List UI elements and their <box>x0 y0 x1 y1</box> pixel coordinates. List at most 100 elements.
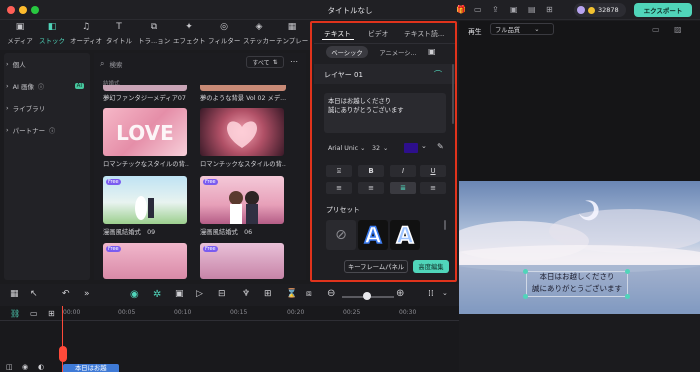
eyedropper-icon[interactable]: ✎ <box>437 142 444 151</box>
svg-text:A: A <box>364 224 381 249</box>
media-thumbnail[interactable]: Free <box>103 176 187 224</box>
thumbnail-partial[interactable] <box>200 85 286 91</box>
italic-button[interactable]: I <box>390 165 416 177</box>
save-icon[interactable]: ▣ <box>510 5 518 14</box>
keyframe-panel-button[interactable]: キーフレームパネル <box>344 260 408 273</box>
lock-icon[interactable]: ◫ <box>6 363 13 371</box>
text-content-field[interactable]: 本日はお越しくださり 誠にありがとうございます <box>324 93 446 133</box>
track-icon[interactable]: ▭ <box>30 309 38 318</box>
align-center-vertical-button[interactable]: ≣ <box>390 182 416 194</box>
text-style-button[interactable]: ⌻ <box>326 165 352 177</box>
text-clip[interactable]: 本日はお越 <box>63 364 119 372</box>
tab-label: テンプレー <box>276 37 308 45</box>
media-thumbnail[interactable]: LOVE <box>103 108 187 156</box>
redo-icon[interactable]: » <box>84 289 90 299</box>
media-thumbnail[interactable]: Free <box>103 243 187 279</box>
preset-blue-outline[interactable]: A <box>358 220 388 250</box>
align-center-button[interactable]: ≡ <box>358 182 384 194</box>
media-thumbnail[interactable]: Free <box>200 176 284 224</box>
subtab-animation[interactable]: アニメーシ... <box>378 46 418 58</box>
tab-video[interactable]: ビデオ <box>368 28 388 38</box>
maximize-window-button[interactable] <box>31 6 39 14</box>
chevron-down-icon[interactable]: ⌄ <box>442 289 448 297</box>
align-left-button[interactable]: ≡ <box>326 182 352 194</box>
export-button[interactable]: エクスポート <box>634 3 692 17</box>
font-select[interactable]: Arial Unic ⌄ <box>328 142 366 154</box>
tab-text-to-speech[interactable]: テキスト読... <box>404 28 454 38</box>
bold-button[interactable]: B <box>358 165 384 177</box>
tab-media[interactable]: ▣ メディア <box>4 22 36 48</box>
ruler-label: 00:00 <box>63 309 81 316</box>
media-thumbnail[interactable] <box>200 108 284 156</box>
snapshot-icon[interactable]: ▭ <box>652 25 660 34</box>
sidebar-item-library[interactable]: › ライブラリ <box>6 101 45 115</box>
align-right-button[interactable]: ≡ <box>420 182 446 194</box>
advanced-edit-button[interactable]: 高度編集 <box>413 260 449 273</box>
ai-tool-icon[interactable]: ◉ <box>130 289 139 300</box>
tab-filter[interactable]: ◎ フィルター <box>208 22 240 48</box>
thumbnail-partial[interactable] <box>103 85 187 91</box>
color-swatch[interactable] <box>404 143 418 153</box>
zoom-out-icon[interactable]: ⊖ <box>327 288 335 299</box>
preset-white-outline[interactable]: A <box>390 220 420 250</box>
resize-handle[interactable] <box>625 269 630 274</box>
font-size-select[interactable]: 32 ⌄ <box>372 142 396 154</box>
split-icon[interactable]: ⊞ <box>264 289 272 299</box>
filter-dropdown[interactable]: すべて ⇅ <box>246 56 284 68</box>
more-icon[interactable]: ⋯ <box>290 57 298 66</box>
chevron-down-icon[interactable]: ⌄ <box>421 142 427 150</box>
eye-icon[interactable]: ◉ <box>22 363 28 371</box>
playhead-handle[interactable] <box>59 346 67 362</box>
image-icon[interactable]: ▨ <box>674 25 682 34</box>
sidebar-item-personal[interactable]: › 個人 <box>6 57 26 71</box>
tab-stock[interactable]: ◧ ストック <box>36 22 68 48</box>
upload-icon[interactable]: ⇪ <box>492 5 499 14</box>
play-circle-icon[interactable]: ▷ <box>196 289 203 299</box>
quality-select[interactable]: フル品質 ⌄ <box>490 23 554 35</box>
close-window-button[interactable] <box>7 6 15 14</box>
add-track-icon[interactable]: ⊞ <box>48 309 55 318</box>
gift-icon[interactable]: 🎁 <box>456 5 466 14</box>
tab-title[interactable]: T タイトル <box>103 22 135 48</box>
select-tool-icon[interactable]: ↖ <box>30 289 38 299</box>
subtab-basic[interactable]: ベーシック <box>326 46 368 58</box>
media-thumbnail[interactable]: Free <box>200 243 284 279</box>
tab-text[interactable]: テキスト <box>324 28 351 38</box>
underline-button[interactable]: U <box>420 165 446 177</box>
text-style-icon[interactable]: ⌒ <box>434 69 442 80</box>
resize-handle[interactable] <box>523 269 528 274</box>
playhead[interactable] <box>62 306 63 372</box>
zoom-slider-handle[interactable] <box>363 292 371 300</box>
undo-icon[interactable]: ↶ <box>62 289 70 299</box>
audio-icon[interactable]: ◐ <box>38 363 44 371</box>
sidebar-item-ai-image[interactable]: › AI 画像 ⓘ AI <box>6 79 84 93</box>
search-input[interactable]: ⌕ 検索 <box>100 57 230 70</box>
grid-icon[interactable]: ⁞⁞ <box>428 289 434 299</box>
marker-icon[interactable]: ⊟ <box>218 289 226 299</box>
chat-icon[interactable]: ▭ <box>474 5 482 14</box>
snapshot-icon[interactable]: ▣ <box>175 289 184 299</box>
crop-icon[interactable]: ⧈ <box>306 289 312 299</box>
preset-scrollbar[interactable] <box>444 220 446 230</box>
image-icon[interactable]: ▤ <box>528 5 536 14</box>
tab-template[interactable]: ▦ テンプレー <box>276 22 308 48</box>
tab-audio[interactable]: ♫ オーディオ <box>70 22 102 48</box>
tab-effect[interactable]: ✦ エフェクト <box>173 22 206 48</box>
layout-icon[interactable]: ⊞ <box>546 5 553 14</box>
link-icon[interactable]: ⛓ <box>10 309 20 318</box>
preset-none[interactable]: ⊘ <box>326 220 356 250</box>
magic-icon[interactable]: ✲ <box>153 289 161 300</box>
tab-sticker[interactable]: ◈ ステッカー <box>243 22 276 48</box>
layout-icon[interactable]: ▦ <box>10 289 19 299</box>
save-preset-icon[interactable]: ▣ <box>428 47 436 56</box>
resize-handle[interactable] <box>625 294 630 299</box>
sidebar-item-partner[interactable]: › パートナー ⓘ <box>6 123 55 137</box>
tab-transition[interactable]: ⧉ トラ...ョン <box>138 22 170 48</box>
mic-icon[interactable]: ♆ <box>242 289 250 299</box>
minimize-window-button[interactable] <box>19 6 27 14</box>
zoom-in-icon[interactable]: ⊕ <box>396 288 404 299</box>
credits-badge[interactable]: 32878 <box>574 3 626 17</box>
resize-handle[interactable] <box>523 294 528 299</box>
speed-icon[interactable]: ⌛ <box>286 289 297 299</box>
panel-scrollbar[interactable] <box>452 64 454 124</box>
